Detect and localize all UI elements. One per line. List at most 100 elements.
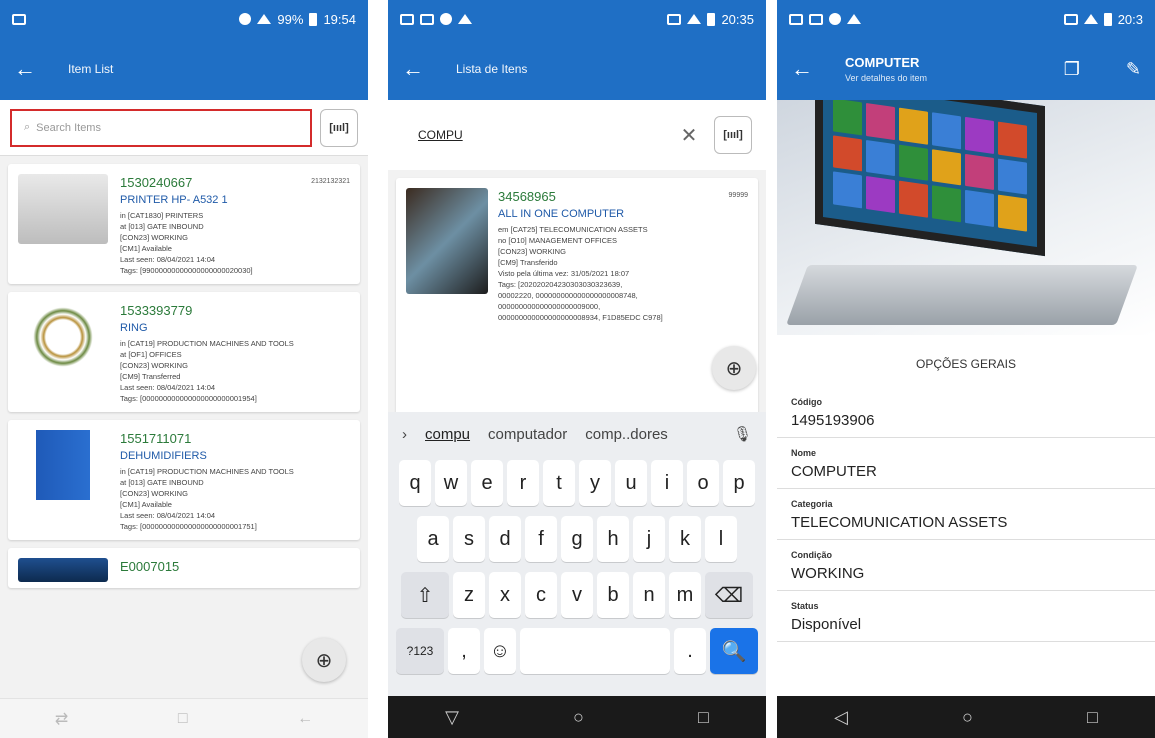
item-status: [CM9] Transferred — [120, 372, 181, 381]
key[interactable]: x — [489, 572, 521, 618]
dehumidifier-image — [18, 430, 108, 500]
list-item[interactable]: 1533393779 RING in [CAT19] PRODUCTION MA… — [8, 292, 360, 412]
suggestion[interactable]: computador — [488, 426, 567, 443]
suggestion-expand-icon[interactable]: › — [402, 426, 407, 443]
list-item[interactable]: 1530240667 PRINTER HP- A532 1 in [CAT183… — [8, 164, 360, 284]
item-name: ALL IN ONE COMPUTER — [498, 208, 625, 220]
microphone-icon[interactable]: 🎙 — [733, 425, 752, 443]
list-item[interactable]: 34568965 ALL IN ONE COMPUTER em [CAT25] … — [396, 178, 758, 418]
item-info: E0007015 — [120, 558, 350, 580]
key[interactable]: i — [651, 460, 683, 506]
item-name: RING — [120, 322, 148, 334]
section-heading: OPÇÕES GERAIS — [915, 357, 1017, 371]
suggestion[interactable]: compu — [425, 426, 470, 443]
add-fab-button[interactable]: ⊕ — [302, 638, 346, 682]
key[interactable]: w — [435, 460, 467, 506]
search-key[interactable]: 🔍 — [710, 628, 758, 674]
item-top-right: 2132132321 — [311, 178, 350, 185]
soft-keyboard: q w e r t y u i o p a s d f g h j k l ⇧ … — [388, 456, 766, 696]
home-icon[interactable]: □ — [178, 710, 188, 728]
key[interactable]: t — [543, 460, 575, 506]
search-row: ⌕ Search Items [ıııl] — [0, 100, 368, 156]
field-category: Categoria TELECOMUNICATION ASSETS — [777, 489, 1155, 540]
space-key[interactable] — [520, 628, 670, 674]
back-icon[interactable]: ◁ — [834, 707, 848, 728]
item-tags: Tags: [202020204230303030323639, — [498, 280, 623, 289]
key[interactable]: e — [471, 460, 503, 506]
recent-apps-icon[interactable]: □ — [698, 707, 709, 728]
item-tags-cont: 000000000000000000009000, — [498, 302, 601, 311]
list-item[interactable]: 1551711071 DEHUMIDIFIERS in [CAT19] PROD… — [8, 420, 360, 540]
back-arrow-icon[interactable]: ← — [791, 56, 815, 82]
key[interactable]: h — [597, 516, 629, 562]
key[interactable]: s — [453, 516, 485, 562]
phone-item-details: 20:3 ← COMPUTER Ver detalhes do item ❐ ✎… — [777, 0, 1155, 738]
field-name: Nome COMPUTER — [777, 438, 1155, 489]
key[interactable]: q — [399, 460, 431, 506]
key[interactable]: n — [633, 572, 665, 618]
battery-percent: 99% — [277, 11, 304, 27]
key[interactable]: m — [669, 572, 701, 618]
key[interactable]: j — [633, 516, 665, 562]
copy-icon[interactable]: ❐ — [1064, 59, 1080, 80]
barcode-scan-button[interactable]: [ıııl] — [320, 108, 358, 147]
key[interactable]: p — [723, 460, 755, 506]
clear-search-icon[interactable]: ✕ — [674, 123, 704, 148]
key[interactable]: c — [525, 572, 557, 618]
search-input[interactable]: ⌕ Search Items — [10, 108, 312, 147]
key[interactable]: a — [417, 516, 449, 562]
field-label: Nome — [791, 448, 817, 458]
page-title: Item List — [68, 62, 114, 76]
key[interactable]: y — [579, 460, 611, 506]
period-key[interactable]: . — [674, 628, 706, 674]
recent-apps-icon[interactable]: ⇄ — [55, 709, 68, 729]
item-last-seen: Last seen: 08/04/2021 14:04 — [120, 255, 216, 264]
key[interactable]: o — [687, 460, 719, 506]
phone-search-keyboard: 20:35 ← Lista de Itens COMPU ✕ [ıııl] 34… — [388, 0, 766, 738]
key[interactable]: f — [525, 516, 557, 562]
title-block: COMPUTER Ver detalhes do item — [845, 55, 927, 83]
search-input[interactable]: COMPU — [418, 128, 664, 142]
suggestion[interactable]: comp..dores — [585, 426, 668, 443]
barcode-scan-button[interactable]: [ıııl] — [714, 116, 752, 154]
back-icon[interactable]: ← — [297, 710, 313, 728]
key[interactable]: k — [669, 516, 701, 562]
key[interactable]: g — [561, 516, 593, 562]
battery-icon — [707, 12, 716, 26]
key[interactable]: b — [597, 572, 629, 618]
item-location: no [O10] MANAGEMENT OFFICES — [498, 236, 618, 245]
cloud-icon — [847, 14, 861, 24]
item-info: 1551711071 DEHUMIDIFIERS in [CAT19] PROD… — [120, 430, 350, 532]
search-placeholder: Search Items — [36, 121, 101, 134]
key[interactable]: r — [507, 460, 539, 506]
recent-apps-icon[interactable]: □ — [1087, 707, 1098, 728]
item-tags: Tags: [000000000000000000000001954] — [120, 394, 257, 403]
symbols-key[interactable]: ?123 — [396, 628, 444, 674]
item-last-seen: Visto pela última vez: 31/05/2021 18:07 — [498, 269, 630, 278]
home-icon[interactable]: ○ — [962, 707, 973, 728]
wifi-icon — [687, 14, 702, 24]
item-last-seen: Last seen: 08/04/2021 14:04 — [120, 383, 216, 392]
cast-icon — [667, 13, 682, 25]
add-fab-button[interactable]: ⊕ — [712, 346, 756, 390]
back-icon[interactable]: ▽ — [445, 707, 459, 728]
shift-key[interactable]: ⇧ — [401, 572, 449, 618]
edit-icon[interactable]: ✎ — [1126, 59, 1141, 80]
list-item[interactable]: E0007015 — [8, 548, 360, 588]
key[interactable]: v — [561, 572, 593, 618]
item-code: 34568965 — [498, 189, 556, 204]
home-icon[interactable]: ○ — [573, 707, 584, 728]
comma-key[interactable]: , — [448, 628, 480, 674]
page-subtitle: Ver detalhes do item — [845, 73, 928, 83]
item-name: DEHUMIDIFIERS — [120, 450, 207, 462]
key[interactable]: z — [453, 572, 485, 618]
key[interactable]: l — [705, 516, 737, 562]
back-arrow-icon[interactable]: ← — [14, 56, 38, 82]
emoji-key[interactable]: ☺ — [484, 628, 516, 674]
item-location: at [013] GATE INBOUND — [120, 222, 204, 231]
back-arrow-icon[interactable]: ← — [402, 56, 426, 82]
key[interactable]: d — [489, 516, 521, 562]
key[interactable]: u — [615, 460, 647, 506]
field-label: Categoria — [791, 499, 833, 509]
backspace-key[interactable]: ⌫ — [705, 572, 753, 618]
